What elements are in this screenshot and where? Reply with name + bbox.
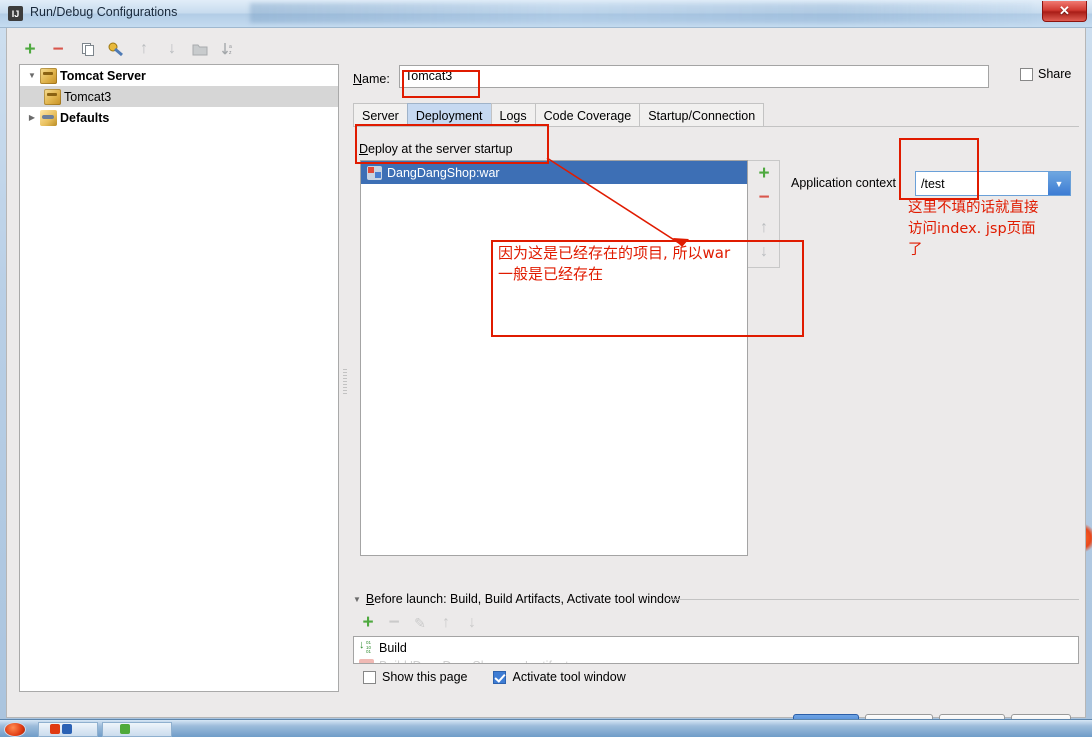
screen-root: IJ Run/Debug Configurations ✕ + − ↑ ↓ a … [0, 0, 1092, 737]
annotation-arrow [546, 157, 689, 247]
taskbar-icon-1 [50, 724, 60, 734]
taskbar-item-2[interactable] [102, 722, 172, 737]
windows-start-orb[interactable] [4, 722, 26, 737]
windows-taskbar[interactable] [0, 719, 1092, 737]
taskbar-icon-3 [120, 724, 130, 734]
taskbar-icon-2 [62, 724, 72, 734]
